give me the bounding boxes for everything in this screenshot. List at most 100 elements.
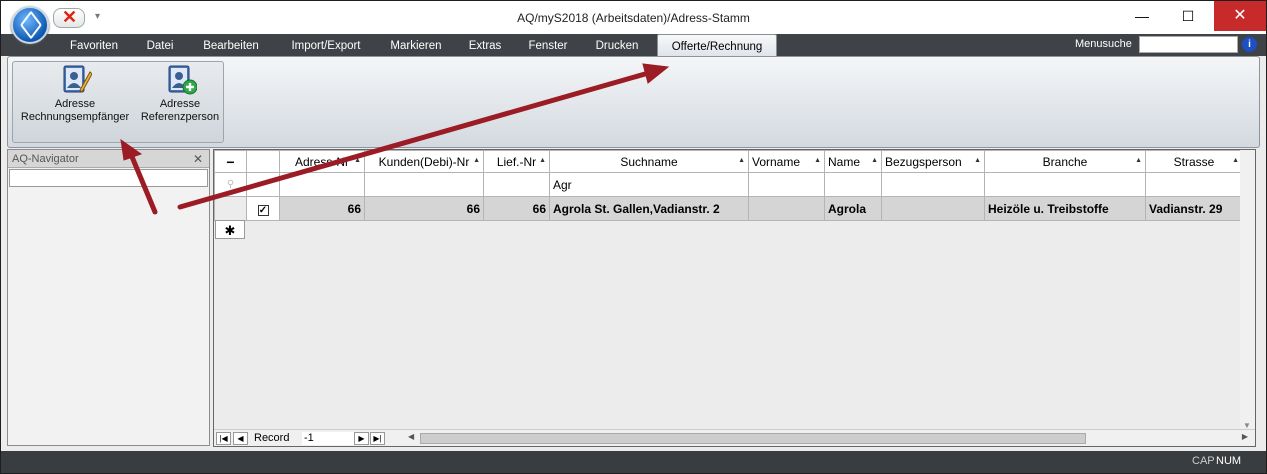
col-header-label: Strasse [1173, 154, 1215, 169]
adresse-referenzperson-button[interactable]: Adresse Referenzperson [137, 64, 223, 136]
tab-datei[interactable]: Datei [136, 34, 184, 56]
minimize-button[interactable]: — [1119, 1, 1165, 31]
tab-import-export[interactable]: Import/Export [279, 34, 373, 56]
filter-suchname[interactable]: Agr [549, 172, 749, 197]
scrollbar-thumb[interactable] [420, 433, 1086, 444]
tab-markieren[interactable]: Markieren [379, 34, 453, 56]
col-header-branche[interactable]: Branche ▲ [984, 150, 1146, 173]
rbtn2-line2: Referenzperson [140, 111, 220, 123]
col-header-label: Bezugsperson [885, 154, 962, 169]
prev-record-icon[interactable]: ◀ [233, 432, 248, 445]
cell-suchname[interactable]: Agrola St. Gallen,Vadianstr. 2 [549, 196, 749, 221]
cell-lief-nr[interactable]: 66 [483, 196, 550, 221]
col-header-label: Adress-Nr [294, 154, 349, 169]
sort-asc-icon: ▲ [1135, 157, 1142, 164]
col-header-kunden-nr[interactable]: Kunden(Debi)-Nr ▲ [364, 150, 484, 173]
filter-branche[interactable] [984, 172, 1146, 197]
rbtn1-line2: Rechnungsempfänger [20, 111, 130, 123]
filter-kunden-nr[interactable] [364, 172, 484, 197]
col-header-label: Name [828, 154, 861, 169]
sort-asc-icon: ▲ [974, 157, 981, 164]
menu-search-input[interactable] [1139, 36, 1238, 53]
address-book-edit-icon [62, 64, 93, 94]
tab-drucken[interactable]: Drucken [586, 34, 648, 56]
col-header-adress-nr[interactable]: Adress-Nr ▲ [279, 150, 365, 173]
row-checkbox[interactable]: ✓ [257, 204, 269, 216]
cube-icon [20, 10, 42, 40]
col-header-label: Lief.-Nr [496, 154, 537, 169]
col-header-lief-nr[interactable]: Lief.-Nr ▲ [483, 150, 550, 173]
select-all-cell[interactable]: − [214, 150, 247, 173]
scroll-left-icon[interactable]: ◀ [408, 432, 414, 441]
col-header-label: Vorname [752, 154, 801, 169]
row-selector[interactable] [214, 196, 247, 221]
sort-asc-icon: ▲ [539, 157, 546, 164]
tab-extras[interactable]: Extras [461, 34, 509, 56]
filter-name[interactable] [824, 172, 882, 197]
maximize-button[interactable]: ☐ [1165, 1, 1211, 31]
rbtn1-line1: Adresse [54, 98, 96, 110]
filter-adress-nr[interactable] [279, 172, 365, 197]
navigator-panel: AQ-Navigator ✕ [7, 149, 210, 446]
record-navigator: |◀ ◀ Record -1 ▶ ▶| ◀ ▶ [214, 429, 1255, 446]
filter-strasse[interactable] [1145, 172, 1243, 197]
navigator-close-icon[interactable]: ✕ [193, 150, 203, 168]
help-icon[interactable]: i [1242, 37, 1257, 52]
next-record-icon[interactable]: ▶ [354, 432, 369, 445]
header-row: − Adress-Nr ▲ Kunden(Debi)-Nr ▲ Lief.-Nr ▲ … [214, 150, 1243, 173]
filter-vorname[interactable] [748, 172, 825, 197]
cell-branche[interactable]: Heizöle u. Treibstoffe [984, 196, 1146, 221]
horizontal-scrollbar[interactable]: ◀ ▶ [408, 432, 1248, 445]
scroll-right-icon[interactable]: ▶ [1242, 432, 1248, 441]
tab-fenster[interactable]: Fenster [519, 34, 577, 56]
cell-kunden-nr[interactable]: 66 [364, 196, 484, 221]
ribbon-group-adresse: Adresse Rechnungsempfänger Adresse Refer… [12, 61, 224, 143]
vertical-scrollbar[interactable]: ▼ [1240, 150, 1255, 432]
navigator-title: AQ-Navigator [12, 153, 79, 165]
menu-search-label: Menusuche [1075, 38, 1132, 50]
table-row[interactable]: ✓ 66 66 66 Agrola St. Gallen,Vadianstr. … [214, 196, 1243, 221]
navigator-search-input[interactable] [9, 169, 208, 187]
ribbon-panel: Adresse Rechnungsempfänger Adresse Refer… [7, 56, 1260, 148]
address-grid: − Adress-Nr ▲ Kunden(Debi)-Nr ▲ Lief.-Nr ▲ … [213, 149, 1256, 447]
filter-row-marker: ⚲ [214, 172, 247, 197]
filter-bezugsperson[interactable] [881, 172, 985, 197]
last-record-icon[interactable]: ▶| [370, 432, 385, 445]
app-menu-button[interactable] [11, 6, 49, 44]
tab-favoriten[interactable]: Favoriten [57, 34, 131, 56]
num-indicator: NUM [1216, 455, 1242, 467]
row-checkbox-cell[interactable]: ✓ [246, 196, 280, 221]
record-number-input[interactable]: -1 [302, 432, 354, 445]
cap-indicator: CAP [1192, 455, 1215, 467]
adresse-rechnungsempfaenger-button[interactable]: Adresse Rechnungsempfänger [15, 64, 135, 136]
address-book-add-icon [167, 64, 198, 95]
status-bar: CAP NUM [1, 451, 1266, 473]
title-bar: ✕ ▾ AQ/myS2018 (Arbeitsdaten)/Adress-Sta… [1, 1, 1266, 44]
col-header-suchname[interactable]: Suchname ▲ [549, 150, 749, 173]
filter-row: ⚲ Agr [214, 172, 1243, 197]
cell-bezugsperson[interactable] [881, 196, 985, 221]
check-header-cell [246, 150, 280, 173]
grid-table: − Adress-Nr ▲ Kunden(Debi)-Nr ▲ Lief.-Nr ▲ … [214, 150, 1243, 221]
cell-name[interactable]: Agrola [824, 196, 882, 221]
tab-offerte-rechnung[interactable]: Offerte/Rechnung [657, 34, 777, 57]
cell-strasse[interactable]: Vadianstr. 29 [1145, 196, 1243, 221]
new-row-icon[interactable]: ✱ [215, 220, 245, 239]
cell-vorname[interactable] [748, 196, 825, 221]
col-header-vorname[interactable]: Vorname ▲ [748, 150, 825, 173]
sort-asc-icon: ▲ [473, 157, 480, 164]
col-header-bezugsperson[interactable]: Bezugsperson ▲ [881, 150, 985, 173]
close-button[interactable]: ✕ [1214, 1, 1266, 31]
window-title: AQ/myS2018 (Arbeitsdaten)/Adress-Stamm [517, 11, 750, 25]
filter-cell[interactable] [246, 172, 280, 197]
sort-asc-icon: ▲ [1232, 157, 1239, 164]
tab-bearbeiten[interactable]: Bearbeiten [191, 34, 271, 56]
app-window: ✕ ▾ AQ/myS2018 (Arbeitsdaten)/Adress-Sta… [0, 0, 1267, 474]
filter-lief-nr[interactable] [483, 172, 550, 197]
first-record-icon[interactable]: |◀ [216, 432, 231, 445]
col-header-label: Kunden(Debi)-Nr [378, 154, 470, 169]
col-header-name[interactable]: Name ▲ [824, 150, 882, 173]
sort-asc-icon: ▲ [738, 157, 745, 164]
cell-adress-nr[interactable]: 66 [279, 196, 365, 221]
col-header-strasse[interactable]: Strasse ▲ [1145, 150, 1243, 173]
